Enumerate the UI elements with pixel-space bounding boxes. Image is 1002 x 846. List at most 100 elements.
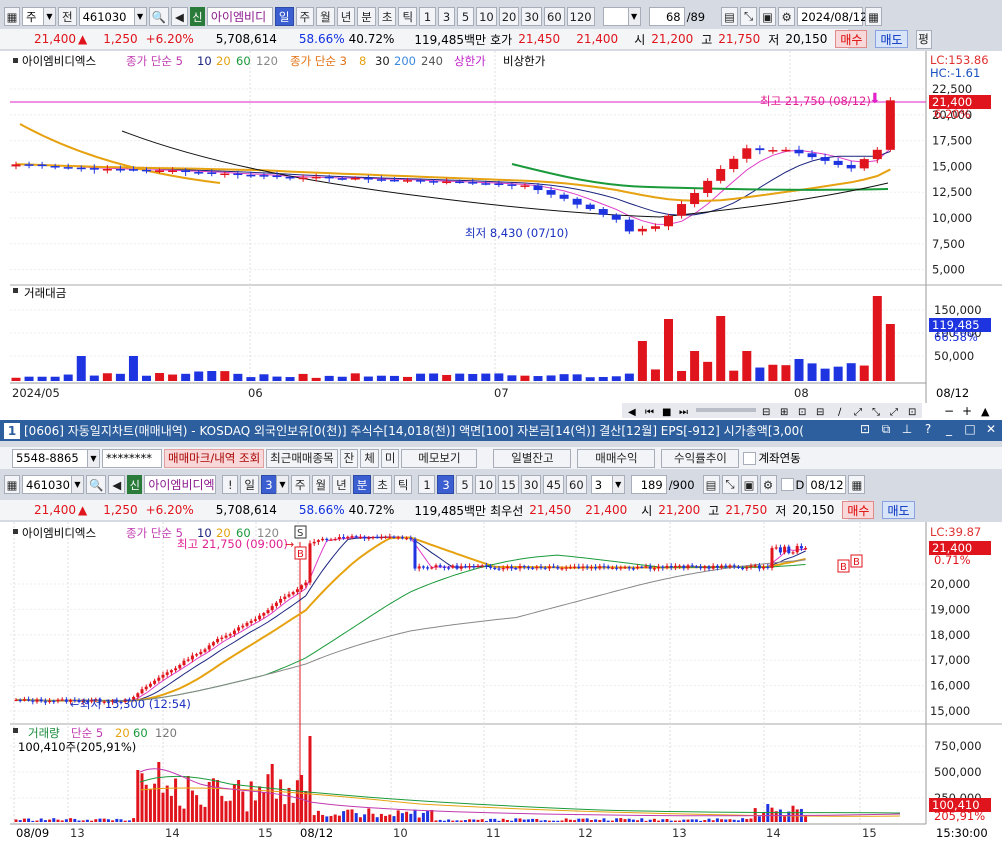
stop-icon[interactable]: ■ — [662, 407, 671, 418]
calendar-icon[interactable]: ▦ — [848, 475, 866, 494]
date-input[interactable]: 2024/08/12 — [797, 7, 867, 26]
more-tool-icon[interactable]: ⊡ — [908, 407, 916, 418]
period-week[interactable]: 주 — [290, 475, 310, 494]
num-60[interactable]: 60 — [544, 7, 565, 26]
day-num-select[interactable]: 3 — [260, 475, 277, 494]
custom-min-input[interactable]: 3 — [590, 475, 613, 494]
num-20[interactable]: 20 — [498, 7, 520, 26]
period-tick[interactable]: 틱 — [398, 7, 418, 26]
period-month[interactable]: 월 — [316, 7, 335, 26]
save-icon[interactable]: ▣ — [759, 7, 777, 26]
pin-icon[interactable]: ⊥ — [900, 422, 914, 437]
chevron-down-icon[interactable]: ▼ — [71, 475, 84, 494]
copy-icon[interactable]: ⧉ — [879, 422, 893, 437]
chevron-down-icon[interactable]: ▼ — [611, 475, 625, 494]
period-second[interactable]: 초 — [373, 475, 392, 494]
arrow-up-icon[interactable]: ▲ — [981, 405, 990, 418]
tool-a-icon[interactable]: ⊡ — [798, 407, 806, 418]
gear-icon[interactable]: ⚙ — [778, 7, 796, 26]
chevron-down-icon[interactable]: ▼ — [275, 475, 289, 494]
scroll-left-icon[interactable]: ◀ — [628, 407, 636, 418]
min-1[interactable]: 1 — [418, 475, 436, 494]
close-icon[interactable]: ✕ — [984, 422, 998, 437]
fill-button[interactable]: 체 — [360, 448, 379, 468]
code-input[interactable]: 461030 — [78, 7, 135, 26]
prev-button[interactable]: 전 — [58, 7, 77, 26]
min-10[interactable]: 10 — [475, 475, 497, 494]
zoom-slider[interactable] — [696, 408, 756, 412]
daily-balance-button[interactable]: 일별잔고 — [493, 448, 572, 468]
alert-button[interactable]: ! — [222, 475, 239, 494]
minimize-icon[interactable]: _ — [942, 422, 956, 437]
chevron-down-icon[interactable]: ▼ — [627, 7, 641, 26]
min-45[interactable]: 45 — [543, 475, 565, 494]
num-1[interactable]: 1 — [419, 7, 437, 26]
sell-button[interactable]: 매도 — [875, 30, 908, 48]
zoom-out-icon[interactable]: ⊟ — [762, 407, 770, 418]
bottom-buy-button[interactable]: 매수 — [842, 501, 875, 519]
period-month[interactable]: 월 — [311, 475, 331, 494]
calendar-icon[interactable]: ▦ — [865, 7, 883, 26]
account-input[interactable]: 5548-8865 — [12, 448, 88, 468]
help-icon[interactable]: ? — [921, 422, 935, 437]
fib-tool-icon[interactable]: ⤡ — [872, 407, 880, 418]
period-day[interactable]: 일 — [274, 7, 294, 26]
settings-grid-icon[interactable]: ▤ — [702, 475, 720, 494]
recent-trade-button[interactable]: 최근매매종목 — [266, 448, 338, 468]
period-week[interactable]: 주 — [295, 7, 315, 26]
gear-icon[interactable]: ⚙ — [759, 475, 777, 494]
d-checkbox[interactable] — [780, 478, 794, 491]
day-button[interactable]: 일 — [240, 475, 259, 494]
memo-button[interactable]: 메모보기 — [401, 448, 478, 468]
password-input[interactable]: ******** — [102, 448, 162, 468]
tool-icon[interactable]: ⤡ — [740, 7, 758, 26]
period-minute[interactable]: 분 — [357, 7, 376, 26]
plus-icon[interactable]: + — [962, 404, 972, 418]
min-5[interactable]: 5 — [456, 475, 474, 494]
save-icon[interactable]: ▣ — [740, 475, 758, 494]
type-select[interactable]: 주 — [22, 7, 44, 26]
minus-icon[interactable]: − — [944, 404, 954, 418]
unfilled-button[interactable]: 미 — [380, 448, 400, 468]
trend-tool-icon[interactable]: ⤢ — [854, 407, 862, 418]
tool-icon[interactable]: ⤡ — [721, 475, 739, 494]
min-60[interactable]: 60 — [566, 475, 587, 494]
grid-icon[interactable]: ▦ — [4, 7, 20, 26]
chevron-down-icon[interactable]: ▼ — [87, 448, 100, 468]
bottom-date-input[interactable]: 08/12 — [806, 475, 847, 494]
chevron-down-icon[interactable]: ▼ — [43, 7, 56, 26]
num-120[interactable]: 120 — [566, 7, 595, 26]
period-year[interactable]: 년 — [336, 7, 356, 26]
min-3[interactable]: 3 — [437, 475, 455, 494]
sound-icon[interactable]: ◀ — [108, 475, 126, 494]
maximize-icon[interactable]: □ — [963, 422, 977, 437]
zoom-in-icon[interactable]: ⊞ — [780, 407, 788, 418]
period-tick[interactable]: 틱 — [393, 475, 413, 494]
num-30[interactable]: 30 — [521, 7, 542, 26]
last-icon[interactable]: ⏭ — [679, 407, 688, 418]
num-5[interactable]: 5 — [457, 7, 475, 26]
min-30[interactable]: 30 — [520, 475, 542, 494]
balance-button[interactable]: 잔 — [339, 448, 359, 468]
chevron-down-icon[interactable]: ▼ — [133, 7, 147, 26]
trade-mark-button[interactable]: 매매마크/내역 조회 — [164, 448, 265, 468]
link-icon[interactable]: ⊡ — [858, 422, 872, 437]
settings-grid-icon[interactable]: ▤ — [721, 7, 739, 26]
grid-icon[interactable]: ▦ — [4, 475, 20, 494]
count-input[interactable]: 68 — [648, 7, 685, 26]
bottom-sell-button[interactable]: 매도 — [882, 501, 915, 519]
stock-name[interactable]: 아이엠비디 — [206, 7, 273, 26]
period-minute[interactable]: 분 — [352, 475, 372, 494]
avg-button[interactable]: 평 — [915, 29, 932, 49]
num-10[interactable]: 10 — [476, 7, 497, 26]
search-icon[interactable]: 🔍 — [148, 7, 169, 26]
min-15[interactable]: 15 — [498, 475, 519, 494]
bottom-stock-name[interactable]: 아이엠비디엑 — [144, 475, 217, 494]
num-3[interactable]: 3 — [438, 7, 456, 26]
first-icon[interactable]: ⏮ — [645, 407, 654, 418]
account-link-checkbox[interactable] — [743, 451, 757, 465]
sound-icon[interactable]: ◀ — [170, 7, 188, 26]
buy-button[interactable]: 매수 — [835, 30, 868, 48]
tool-b-icon[interactable]: ⊟ — [816, 407, 824, 418]
period-second[interactable]: 초 — [377, 7, 397, 26]
